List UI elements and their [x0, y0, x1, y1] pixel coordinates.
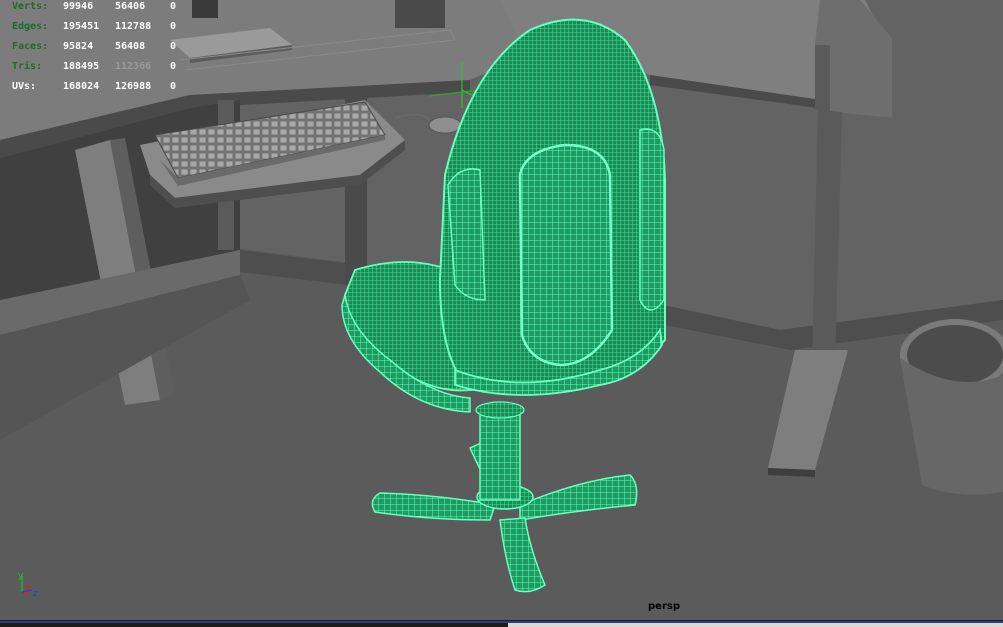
hud-total: 195451: [63, 21, 100, 32]
hud-total: 95824: [63, 41, 94, 52]
hud-total: 168024: [63, 81, 100, 92]
hud-selected: 112366: [115, 61, 152, 72]
hud-label: Faces:: [12, 41, 49, 52]
right-desk-monitor: [395, 0, 445, 28]
axis-x-label: x: [25, 583, 31, 593]
hud-row-verts: Verts: 99946 56406 0: [12, 0, 180, 17]
hud-selected: 56406: [115, 1, 146, 12]
hud-row-uvs: UVs: 168024 126988 0: [12, 77, 180, 97]
hud-label: Edges:: [12, 21, 49, 32]
hud-total: 188495: [63, 61, 100, 72]
axis-z-label: z: [33, 589, 38, 599]
viewport-panel[interactable]: Verts: 99946 56406 0 Edges: 195451 11278…: [0, 0, 1003, 627]
monitor-stand: [192, 0, 218, 18]
view-axis-gizmo: y x z: [18, 571, 38, 599]
hud-label: Verts:: [12, 1, 49, 12]
hud-selected: 112788: [115, 21, 152, 32]
hud-label: UVs:: [12, 81, 37, 92]
hud-row-faces: Faces: 95824 56408 0: [12, 37, 180, 57]
axis-y-label: y: [18, 571, 24, 581]
hud-components: 0: [170, 21, 177, 32]
hud-row-edges: Edges: 195451 112788 0: [12, 17, 180, 37]
hud-row-tris: Tris: 188495 112366 0: [12, 57, 180, 77]
hud-total: 99946: [63, 1, 94, 12]
hud-components: 0: [170, 81, 177, 92]
viewport-bottom-highlight: [508, 623, 1003, 627]
hud-label: Tris:: [12, 61, 43, 72]
mouse: [428, 116, 462, 134]
hud-components: 0: [170, 61, 177, 72]
hud-selected: 126988: [115, 81, 152, 92]
hud-components: 0: [170, 41, 177, 52]
hud-components: 0: [170, 1, 177, 12]
camera-name-label: persp: [648, 601, 680, 612]
heads-up-display: Verts: 99946 56406 0 Edges: 195451 11278…: [12, 0, 180, 97]
hud-selected: 56408: [115, 41, 146, 52]
right-desk-shelf-side: [815, 45, 830, 112]
